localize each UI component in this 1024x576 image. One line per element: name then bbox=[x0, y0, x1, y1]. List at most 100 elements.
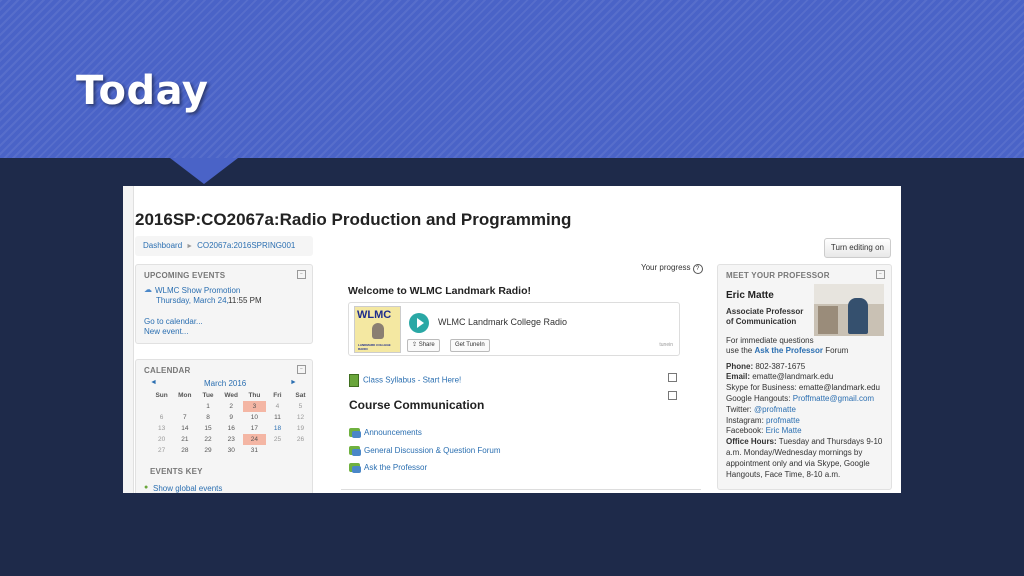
event-date-link[interactable]: Thursday, March 24, bbox=[156, 296, 229, 305]
get-tunein-button[interactable]: Get TuneIn bbox=[450, 339, 490, 352]
weekday-header: Fri bbox=[273, 392, 282, 399]
calendar-day: 5 bbox=[298, 403, 303, 410]
weekday-header: Wed bbox=[224, 392, 238, 399]
completion-checkbox[interactable] bbox=[668, 373, 677, 382]
calendar-month-link[interactable]: March 2016 bbox=[204, 379, 246, 388]
weekday-header: Sun bbox=[155, 392, 168, 399]
calendar-day-event[interactable]: 24 bbox=[242, 434, 266, 445]
section-divider bbox=[341, 489, 701, 490]
breadcrumb-dashboard[interactable]: Dashboard bbox=[143, 241, 182, 250]
calendar-day: 14 bbox=[181, 425, 189, 432]
forum-icon bbox=[349, 463, 361, 474]
moodle-screenshot: 2016SP:CO2067a:Radio Production and Prog… bbox=[123, 186, 901, 493]
forum-label: Ask the Professor bbox=[364, 463, 428, 472]
collapse-toggle-icon[interactable]: − bbox=[297, 365, 306, 374]
photo-person bbox=[848, 298, 868, 334]
calendar-day: 12 bbox=[296, 414, 305, 421]
turn-editing-on-button[interactable]: Turn editing on bbox=[823, 238, 891, 258]
collapse-toggle-icon[interactable]: − bbox=[876, 270, 885, 279]
calendar-day bbox=[266, 445, 289, 456]
twitter-row: Twitter: @profmatte bbox=[726, 405, 796, 414]
event-title-link[interactable]: WLMC Show Promotion bbox=[155, 286, 240, 295]
professor-photo bbox=[814, 284, 884, 336]
wlmc-logo-text: WLMC bbox=[357, 309, 392, 321]
calendar-heading: CALENDAR bbox=[144, 366, 191, 375]
calendar-day: 4 bbox=[275, 403, 280, 410]
wlmc-logo: WLMC LANDMARK COLLEGE RADIO bbox=[354, 306, 401, 353]
breadcrumb: Dashboard ► CO2067a:2016SPRING001 bbox=[135, 236, 313, 256]
calendar-day bbox=[173, 401, 196, 412]
prev-month-icon[interactable]: ◄ bbox=[150, 379, 157, 386]
microphone-icon bbox=[372, 323, 384, 339]
calendar-day: 15 bbox=[204, 425, 212, 432]
completion-checkbox[interactable] bbox=[668, 391, 677, 400]
calendar-day: 29 bbox=[204, 447, 212, 454]
photo-shelf bbox=[818, 306, 838, 334]
facebook-link[interactable]: Eric Matte bbox=[766, 426, 802, 435]
slide-title: Today bbox=[76, 68, 209, 114]
calendar-day: 30 bbox=[227, 447, 235, 454]
phone-row: Phone: 802-387-1675 bbox=[726, 362, 805, 371]
phone-value: 802-387-1675 bbox=[755, 362, 806, 371]
twitter-link[interactable]: @profmatte bbox=[754, 405, 796, 414]
calendar-day bbox=[289, 445, 312, 456]
meet-professor-block: MEET YOUR PROFESSOR − Eric Matte Associa… bbox=[717, 264, 892, 490]
section-title: Course Communication bbox=[349, 398, 485, 412]
new-event-link[interactable]: New event... bbox=[144, 327, 188, 336]
global-events-icon: ● bbox=[144, 484, 149, 491]
help-icon[interactable]: ? bbox=[692, 264, 703, 274]
breadcrumb-separator-icon: ► bbox=[186, 243, 194, 250]
office-hours-row: Office Hours: Tuesday and Thursdays 9-10 bbox=[726, 437, 882, 446]
calendar-day: 9 bbox=[229, 414, 234, 421]
ask-professor-link[interactable]: Ask the Professor bbox=[754, 346, 822, 355]
hangouts-link[interactable]: Proffmatte@gmail.com bbox=[793, 394, 874, 403]
forum-label: General Discussion & Question Forum bbox=[364, 446, 501, 455]
calendar-day: 23 bbox=[227, 436, 235, 443]
weekday-header: Sat bbox=[295, 392, 306, 399]
your-progress: Your progress? bbox=[641, 263, 703, 274]
course-title: 2016SP:CO2067a:Radio Production and Prog… bbox=[135, 210, 572, 229]
email-value: ematte@landmark.edu bbox=[752, 372, 834, 381]
breadcrumb-course[interactable]: CO2067a:2016SPRING001 bbox=[197, 241, 295, 250]
calendar-day: 31 bbox=[250, 447, 259, 454]
go-to-calendar-link[interactable]: Go to calendar... bbox=[144, 317, 203, 326]
calendar-day: 2 bbox=[229, 403, 234, 410]
professor-title-line1: Associate Professor bbox=[726, 307, 804, 316]
instagram-row: Instagram: profmatte bbox=[726, 416, 800, 425]
forum-link-announcements[interactable]: Announcements bbox=[349, 428, 422, 439]
play-icon[interactable] bbox=[409, 313, 429, 333]
instagram-label: Instagram: bbox=[726, 416, 764, 425]
calendar-day-event[interactable]: 3 bbox=[242, 401, 266, 412]
forum-icon bbox=[349, 428, 361, 439]
immediate-pre: use the bbox=[726, 346, 753, 355]
forum-label: Announcements bbox=[364, 428, 422, 437]
weekday-header: Tue bbox=[202, 392, 214, 399]
forum-link-general-discussion[interactable]: General Discussion & Question Forum bbox=[349, 446, 501, 457]
calendar-day: 22 bbox=[204, 436, 212, 443]
events-key-heading: EVENTS KEY bbox=[150, 467, 203, 476]
calendar-day: 26 bbox=[296, 436, 305, 443]
forum-link-ask-professor[interactable]: Ask the Professor bbox=[349, 463, 428, 474]
calendar-day: 7 bbox=[183, 414, 187, 421]
share-button[interactable]: ⇪ Share bbox=[407, 339, 440, 352]
twitter-label: Twitter: bbox=[726, 405, 752, 414]
calendar-block: CALENDAR − ◄ March 2016 ► Sun Mon Tue We… bbox=[135, 359, 313, 493]
calendar-day: 27 bbox=[157, 447, 166, 454]
share-label: Share bbox=[418, 342, 435, 348]
facebook-row: Facebook: Eric Matte bbox=[726, 426, 802, 435]
calendar-day: 25 bbox=[273, 436, 282, 443]
collapse-toggle-icon[interactable]: − bbox=[297, 270, 306, 279]
instagram-link[interactable]: profmatte bbox=[766, 416, 800, 425]
office-hours-line2: a.m. Monday/Wednesday mornings by bbox=[726, 448, 863, 457]
phone-label: Phone: bbox=[726, 362, 754, 371]
left-edge-strip bbox=[123, 186, 134, 493]
calendar-day: 13 bbox=[157, 425, 166, 432]
email-row: Email: ematte@landmark.edu bbox=[726, 372, 833, 381]
tunein-brand: tunein bbox=[659, 342, 673, 348]
show-global-events-link[interactable]: Show global events bbox=[153, 484, 222, 493]
share-icon: ⇪ bbox=[412, 342, 419, 348]
next-month-icon[interactable]: ► bbox=[290, 379, 297, 386]
wlmc-logo-subtext: LANDMARK COLLEGE RADIO bbox=[358, 343, 391, 351]
calendar-day: 10 bbox=[250, 414, 259, 421]
syllabus-link[interactable]: Class Syllabus - Start Here! bbox=[349, 374, 461, 387]
